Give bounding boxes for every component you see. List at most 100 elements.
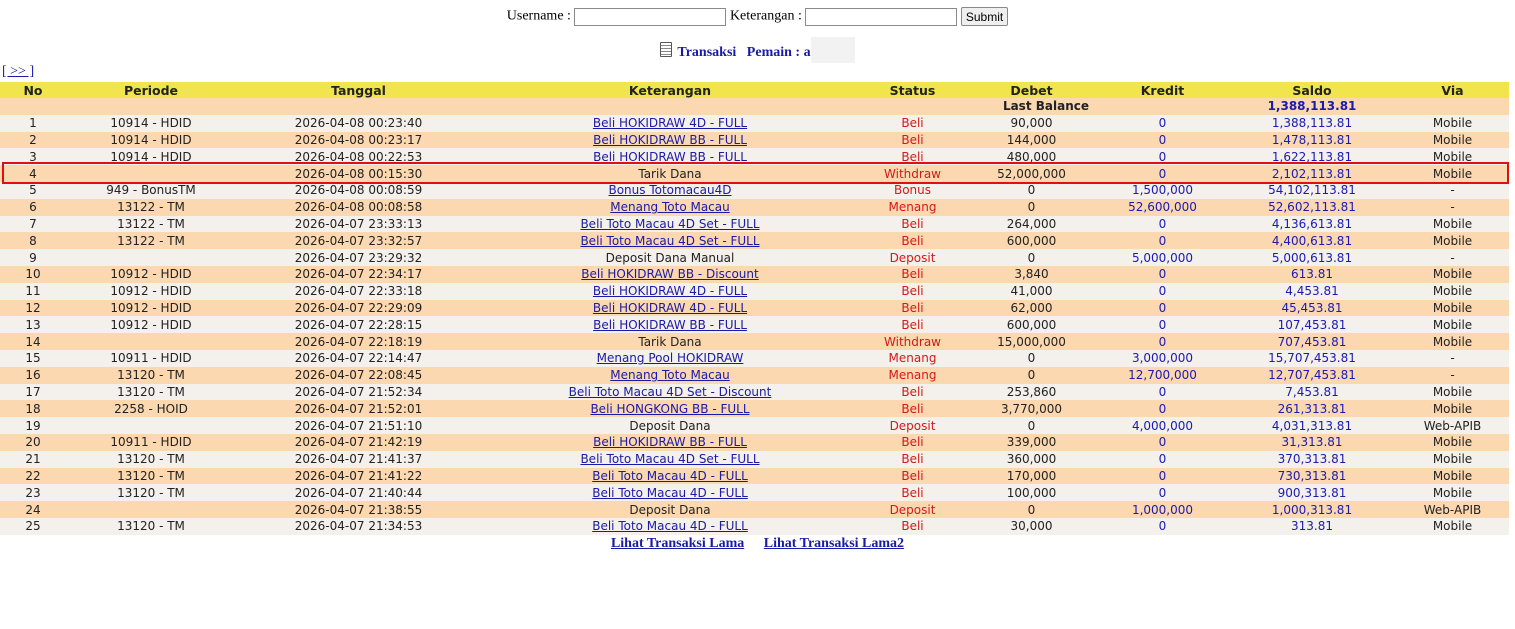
cell-no: 17 xyxy=(0,383,66,401)
transaction-detail-link[interactable]: Beli Toto Macau 4D Set - FULL xyxy=(580,452,759,466)
transaction-detail-link[interactable]: Beli Toto Macau 4D - FULL xyxy=(592,519,748,533)
cell-ket: Menang Toto Macau xyxy=(481,366,859,384)
column-header-debet: Debet xyxy=(966,82,1097,98)
cell-kredit: 0 xyxy=(1097,433,1228,451)
cell-debet: 30,000 xyxy=(966,517,1097,535)
cell-status: Deposit xyxy=(859,417,966,434)
cell-periode: 10914 - HDID xyxy=(66,148,236,166)
cell-via: Mobile xyxy=(1396,450,1509,468)
cell-debet: 360,000 xyxy=(966,450,1097,468)
cell-debet: 0 xyxy=(966,181,1097,199)
transaction-table: No Periode Tanggal Keterangan Status Debet Kre… xyxy=(0,82,1509,535)
cell-kredit: 0 xyxy=(1097,484,1228,502)
transaction-detail-link[interactable]: Beli HOKIDRAW 4D - FULL xyxy=(593,301,747,315)
cell-via: Mobile xyxy=(1396,165,1509,182)
cell-via: Mobile xyxy=(1396,265,1509,283)
transaction-detail-link[interactable]: Beli HOKIDRAW BB - FULL xyxy=(593,133,747,147)
cell-saldo: 730,313.81 xyxy=(1228,467,1396,485)
cell-saldo: 370,313.81 xyxy=(1228,450,1396,468)
cell-via: Mobile xyxy=(1396,467,1509,485)
cell-via: - xyxy=(1396,349,1509,367)
submit-button[interactable]: Submit xyxy=(960,7,1009,26)
cell-via: - xyxy=(1396,366,1509,384)
column-header-via: Via xyxy=(1396,82,1509,98)
cell-status: Beli xyxy=(859,400,966,418)
transaction-detail-link[interactable]: Bonus Totomacau4D xyxy=(608,183,731,197)
keterangan-label: Keterangan : xyxy=(729,8,802,24)
cell-kredit: 1,000,000 xyxy=(1097,501,1228,518)
table-row: 1 10914 - HDID 2026-04-08 00:23:40 Beli HOK… xyxy=(0,114,1509,132)
cell-via: Mobile xyxy=(1396,232,1509,250)
cell-saldo: 52,602,113.81 xyxy=(1228,198,1396,216)
cell-debet: 0 xyxy=(966,417,1097,434)
cell-no: 24 xyxy=(0,501,66,518)
cell-status: Beli xyxy=(859,232,966,250)
transaction-detail-link[interactable]: Beli HOKIDRAW 4D - FULL xyxy=(593,116,747,130)
cell-debet: 264,000 xyxy=(966,215,1097,233)
cell-kredit: 0 xyxy=(1097,148,1228,166)
cell-kredit: 0 xyxy=(1097,114,1228,132)
cell-ket: Beli Toto Macau 4D Set - FULL xyxy=(481,450,859,468)
cell-ket: Bonus Totomacau4D xyxy=(481,181,859,199)
cell-tanggal: 2026-04-07 23:29:32 xyxy=(236,249,481,266)
cell-periode: 13120 - TM xyxy=(66,484,236,502)
transaction-detail-link[interactable]: Beli HOKIDRAW BB - FULL xyxy=(593,318,747,332)
transaction-detail-link[interactable]: Menang Pool HOKIDRAW xyxy=(597,351,744,365)
cell-status: Beli xyxy=(859,316,966,334)
transaction-detail-link[interactable]: Menang Toto Macau xyxy=(610,368,730,382)
transaction-detail-link[interactable]: Beli HOKIDRAW 4D - FULL xyxy=(593,284,747,298)
cell-ket: Tarik Dana xyxy=(481,333,859,350)
transaction-detail-link[interactable]: Beli HOKIDRAW BB - FULL xyxy=(593,150,747,164)
column-header-keterangan: Keterangan xyxy=(481,82,859,98)
transaction-detail-link[interactable]: Beli Toto Macau 4D - FULL xyxy=(592,486,748,500)
cell-tanggal: 2026-04-07 23:33:13 xyxy=(236,215,481,233)
cell-no: 23 xyxy=(0,484,66,502)
cell-tanggal: 2026-04-07 21:51:10 xyxy=(236,417,481,434)
cell-via: - xyxy=(1396,249,1509,266)
cell-saldo: 313.81 xyxy=(1228,517,1396,535)
transaction-detail-link[interactable]: Beli HOKIDRAW BB - Discount xyxy=(581,267,758,281)
cell-ket: Beli Toto Macau 4D - FULL xyxy=(481,517,859,535)
cell-kredit: 0 xyxy=(1097,517,1228,535)
cell-tanggal: 2026-04-08 00:23:40 xyxy=(236,114,481,132)
cell-periode: 10912 - HDID xyxy=(66,299,236,317)
cell-via: Mobile xyxy=(1396,333,1509,350)
transaction-detail-link[interactable]: Beli Toto Macau 4D Set - FULL xyxy=(580,234,759,248)
cell-saldo: 15,707,453.81 xyxy=(1228,349,1396,367)
transaction-detail-link[interactable]: Beli Toto Macau 4D Set - FULL xyxy=(580,217,759,231)
cell-kredit: 0 xyxy=(1097,450,1228,468)
cell-debet: 144,000 xyxy=(966,131,1097,149)
cell-periode xyxy=(66,333,236,350)
keterangan-input[interactable] xyxy=(805,7,958,26)
table-header-row: No Periode Tanggal Keterangan Status Debet Kre… xyxy=(0,82,1509,98)
cell-tanggal: 2026-04-08 00:15:30 xyxy=(236,165,481,182)
cell-kredit: 12,700,000 xyxy=(1097,366,1228,384)
old-transactions-link[interactable]: Lihat Transaksi Lama xyxy=(611,536,744,551)
transaction-detail-link[interactable]: Beli Toto Macau 4D - FULL xyxy=(592,469,748,483)
transaction-detail-link[interactable]: Beli HOKIDRAW BB - FULL xyxy=(593,435,747,449)
transaction-detail-link[interactable]: Beli Toto Macau 4D Set - Discount xyxy=(569,385,772,399)
cell-debet: 339,000 xyxy=(966,433,1097,451)
cell-no: 12 xyxy=(0,299,66,317)
cell-ket: Beli HOKIDRAW BB - FULL xyxy=(481,316,859,334)
cell-kredit: 0 xyxy=(1097,265,1228,283)
cell-periode: 2258 - HOID xyxy=(66,400,236,418)
cell-via: Mobile xyxy=(1396,299,1509,317)
table-row: 25 13120 - TM 2026-04-07 21:34:53 Beli Toto… xyxy=(0,517,1509,535)
cell-periode: 13120 - TM xyxy=(66,383,236,401)
player-label: Pemain : a xyxy=(746,45,811,60)
cell-saldo: 1,622,113.81 xyxy=(1228,148,1396,166)
cell-periode: 10914 - HDID xyxy=(66,114,236,132)
old-transactions-link-2[interactable]: Lihat Transaksi Lama2 xyxy=(764,536,904,551)
cell-kredit: 4,000,000 xyxy=(1097,417,1228,434)
last-balance-spacer xyxy=(1097,98,1228,115)
transaction-detail-link[interactable]: Menang Toto Macau xyxy=(610,200,730,214)
transaction-detail-link[interactable]: Beli HONGKONG BB - FULL xyxy=(590,402,749,416)
cell-ket: Deposit Dana xyxy=(481,417,859,434)
cell-status: Bonus xyxy=(859,181,966,199)
username-input[interactable] xyxy=(574,7,727,26)
cell-saldo: 1,388,113.81 xyxy=(1228,114,1396,132)
cell-debet: 0 xyxy=(966,249,1097,266)
next-page-link[interactable]: [ >> ] xyxy=(2,64,34,80)
cell-periode xyxy=(66,417,236,434)
